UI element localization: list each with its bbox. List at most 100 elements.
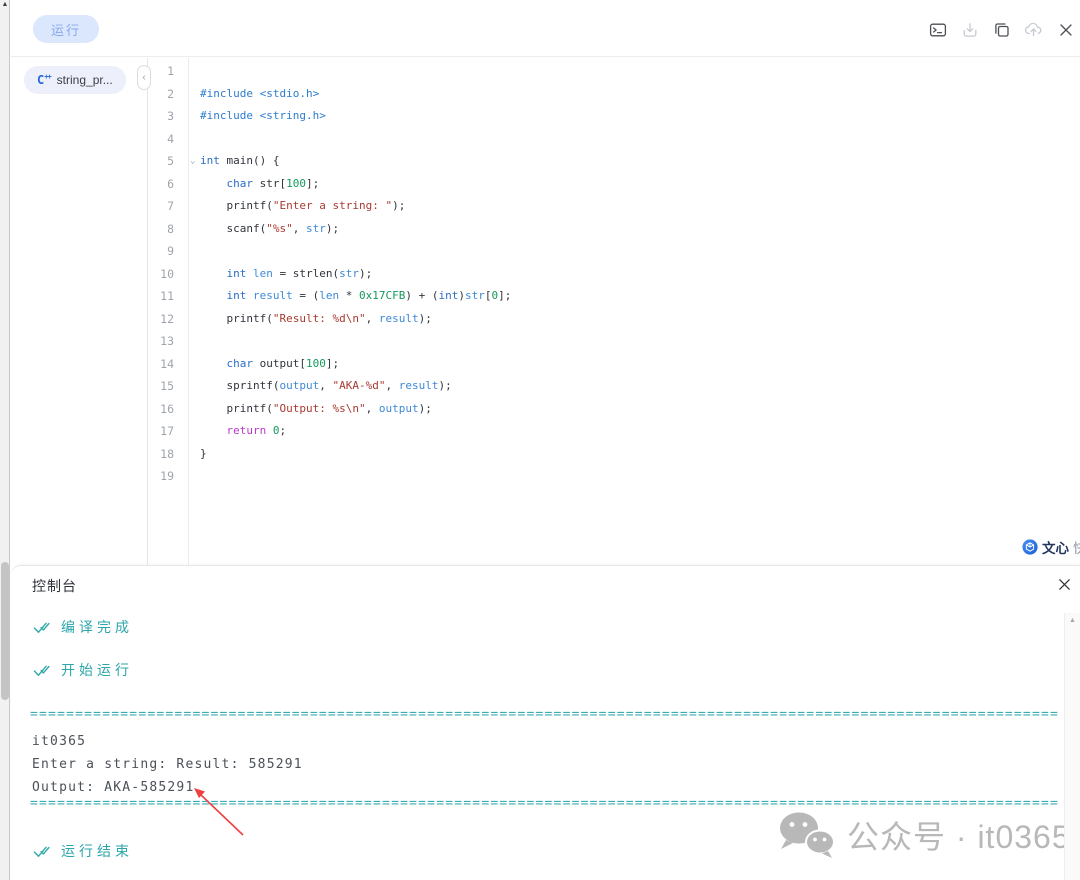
code-line[interactable]: } <box>189 443 1080 466</box>
code-token: str <box>306 222 326 235</box>
console-scrollbar[interactable]: ▲ <box>1064 613 1080 880</box>
chevron-left-icon: ‹ <box>142 72 145 83</box>
console-status-end: 运行结束 <box>32 841 133 861</box>
console-title: 控制台 <box>32 576 77 596</box>
code-token: output[ <box>253 357 306 370</box>
code-token: 100 <box>306 357 326 370</box>
code-line[interactable]: printf("Enter a string: "); <box>189 195 1080 218</box>
workspace: C++ string_pr... ‹ 123456789101112131415… <box>11 58 1080 565</box>
code-token: int <box>438 289 458 302</box>
code-token <box>200 357 227 370</box>
code-token: len <box>246 267 273 280</box>
code-line[interactable]: char str[100]; <box>189 173 1080 196</box>
line-number: 16 <box>148 398 174 421</box>
sidebar-collapse-button[interactable]: ‹ <box>137 65 151 90</box>
code-token: printf( <box>200 199 273 212</box>
code-token: ]; <box>326 357 339 370</box>
code-token: = strlen( <box>273 267 339 280</box>
run-button[interactable]: 运行 <box>33 15 99 43</box>
page-scrollbar[interactable]: ▲ <box>0 0 10 880</box>
code-token: ); <box>438 379 451 392</box>
code-token: str <box>465 289 485 302</box>
scrollbar-up-icon[interactable]: ▲ <box>1065 617 1080 624</box>
file-tab[interactable]: C++ string_pr... <box>24 66 126 94</box>
console-status-run: 开始运行 <box>32 660 133 680</box>
code-line[interactable] <box>189 60 1080 83</box>
console-close-icon[interactable] <box>1055 575 1073 593</box>
console-panel: 控制台 编译完成 开始运行 ==========================… <box>11 565 1080 880</box>
close-icon[interactable] <box>1056 20 1075 39</box>
code-token: "Enter a string: " <box>273 199 392 212</box>
line-number: 19 <box>148 465 174 488</box>
code-token: 100 <box>286 177 306 190</box>
code-token: ); <box>419 402 432 415</box>
code-line[interactable]: #include <string.h> <box>189 105 1080 128</box>
line-number: 3 <box>148 105 174 128</box>
code-line[interactable]: printf("Output: %s\n", output); <box>189 398 1080 421</box>
code-token: "Output: %s\n" <box>273 402 366 415</box>
double-check-icon <box>32 661 51 680</box>
code-token: printf( <box>200 312 273 325</box>
code-line[interactable]: #include <stdio.h> <box>189 83 1080 106</box>
copy-icon[interactable] <box>992 20 1011 39</box>
code-token: printf( <box>200 402 273 415</box>
code-line[interactable]: scanf("%s", str); <box>189 218 1080 241</box>
code-line[interactable]: printf("Result: %d\n", result); <box>189 308 1080 331</box>
code-line[interactable]: sprintf(output, "AKA-%d", result); <box>189 375 1080 398</box>
page-scrollbar-thumb[interactable] <box>1 562 9 700</box>
file-sidebar: C++ string_pr... <box>11 58 148 565</box>
fold-chevron-icon[interactable]: ⌄ <box>190 150 195 173</box>
code-token: ); <box>326 222 339 235</box>
code-token: ]; <box>498 289 511 302</box>
line-number: 7 <box>148 195 174 218</box>
code-token: return <box>227 424 267 437</box>
code-line[interactable]: return 0; <box>189 420 1080 443</box>
double-check-icon <box>32 618 51 637</box>
code-token: output <box>379 402 419 415</box>
code-token: "Result: %d\n" <box>273 312 366 325</box>
code-token: scanf( <box>200 222 266 235</box>
toolbar: 运行 <box>11 0 1080 57</box>
code-token: , <box>366 312 379 325</box>
c-language-icon: C++ <box>37 73 51 87</box>
console-separator: ========================================… <box>30 796 1058 811</box>
line-number: 17 <box>148 420 174 443</box>
code-token: ) + ( <box>405 289 438 302</box>
code-token: "%s" <box>266 222 293 235</box>
console-status-compile: 编译完成 <box>32 617 133 637</box>
cloud-upload-icon[interactable] <box>1024 20 1043 39</box>
code-line[interactable] <box>189 240 1080 263</box>
code-line[interactable] <box>189 128 1080 151</box>
code-token: output <box>279 379 319 392</box>
console-output-line: it0365 <box>32 730 303 753</box>
line-number: 15 <box>148 375 174 398</box>
brand-badge[interactable]: 文心快码 <box>1022 537 1080 557</box>
code-token: ); <box>359 267 372 280</box>
terminal-icon[interactable] <box>928 20 947 39</box>
code-editor[interactable]: 12345678910111213141516171819 #include <… <box>148 58 1080 565</box>
code-token: 0 <box>273 424 280 437</box>
code-line[interactable]: char output[100]; <box>189 353 1080 376</box>
line-number: 11 <box>148 285 174 308</box>
line-number: 13 <box>148 330 174 353</box>
code-line[interactable] <box>189 330 1080 353</box>
code-line[interactable]: int len = strlen(str); <box>189 263 1080 286</box>
code-line[interactable] <box>189 465 1080 488</box>
app-window: ▲ 运行 <box>0 0 1080 880</box>
watermark-text: 公众号 · it0365 <box>847 812 1071 858</box>
line-number: 8 <box>148 218 174 241</box>
scrollbar-up-icon[interactable]: ▲ <box>0 0 10 10</box>
wechat-icon <box>777 810 837 860</box>
brand-name-secondary: 快码 <box>1073 537 1080 557</box>
line-number: 5 <box>148 150 174 173</box>
line-number: 1 <box>148 60 174 83</box>
code-area[interactable]: #include <stdio.h>#include <string.h>⌄in… <box>189 60 1080 488</box>
code-token <box>266 424 273 437</box>
code-token <box>200 289 227 302</box>
download-icon[interactable] <box>960 20 979 39</box>
code-token: ]; <box>306 177 319 190</box>
console-separator: ========================================… <box>30 707 1058 722</box>
code-line[interactable]: ⌄int main() { <box>189 150 1080 173</box>
code-line[interactable]: int result = (len * 0x17CFB) + (int)str[… <box>189 285 1080 308</box>
code-token: #include <string.h> <box>200 109 326 122</box>
